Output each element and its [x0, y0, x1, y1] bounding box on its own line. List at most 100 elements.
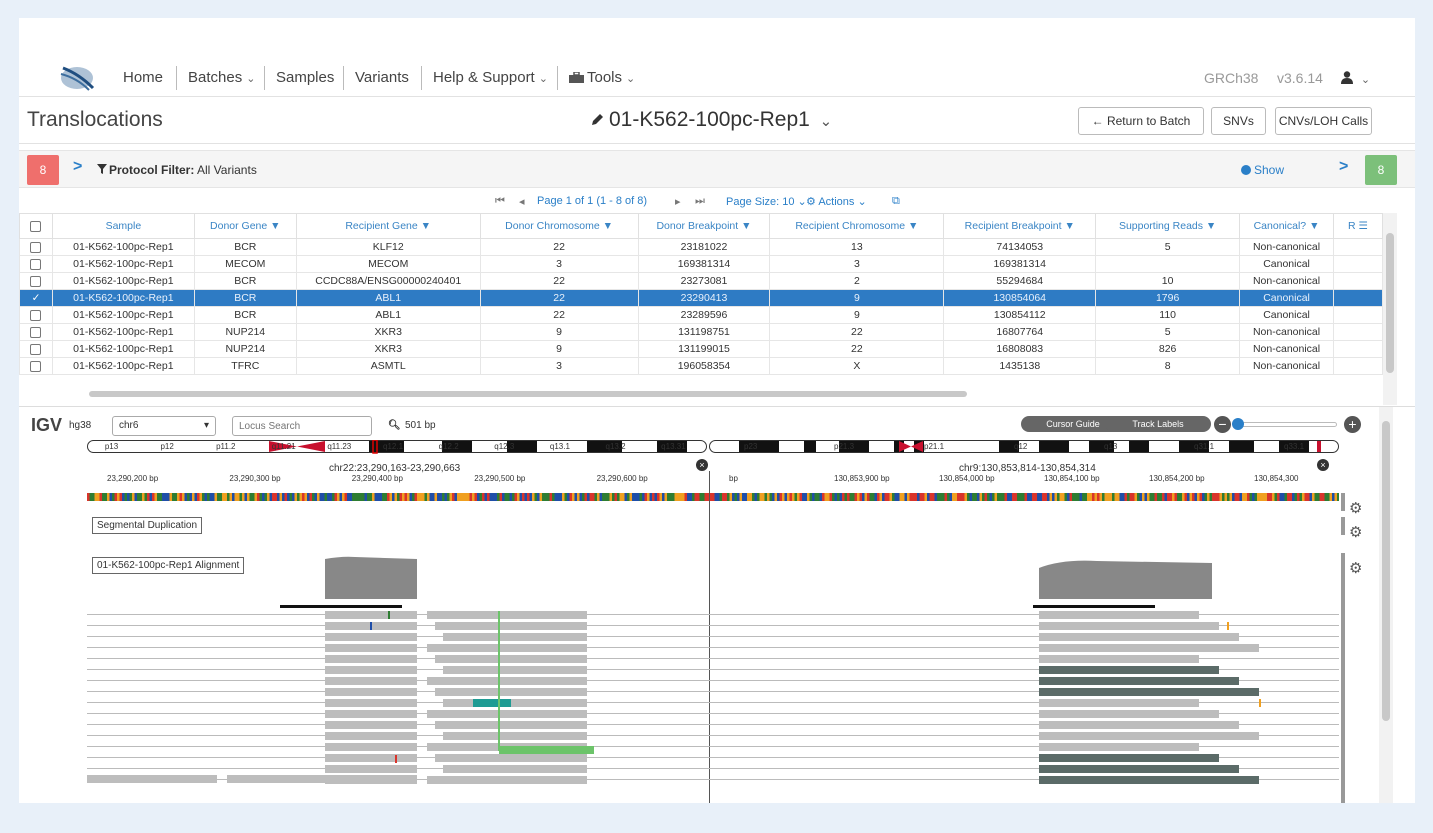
table-cell: Non-canonical: [1239, 238, 1334, 256]
next-page-icon[interactable]: ▸: [675, 195, 681, 208]
band-label: q12: [1014, 442, 1028, 451]
nav-batches[interactable]: Batches ⌄: [188, 66, 255, 90]
return-to-batch-button[interactable]: ← Return to Batch: [1078, 107, 1204, 135]
cnvs-loh-button[interactable]: CNVs/LOH Calls: [1275, 107, 1372, 135]
table-cell: 23290413: [637, 289, 771, 307]
table-row[interactable]: 01-K562-100pc-Rep1 BCR CCDC88A/ENSG0000024…: [19, 272, 1383, 290]
row-checkbox[interactable]: [19, 323, 53, 341]
table-cell: 22: [769, 340, 945, 358]
sample-selector[interactable]: 01-K562-100pc-Rep1 ⌄: [589, 108, 832, 132]
included-count-badge[interactable]: 8: [1365, 155, 1397, 185]
external-link-icon[interactable]: ⧉: [892, 195, 900, 208]
row-checkbox[interactable]: [19, 340, 53, 358]
close-icon[interactable]: ×: [696, 459, 708, 471]
prev-page-icon[interactable]: ◂: [519, 195, 525, 208]
zoom-in-icon[interactable]: +: [1344, 416, 1361, 433]
table-cell: ASMTL: [295, 357, 481, 375]
table-cell: Non-canonical: [1239, 357, 1334, 375]
alignment-track: [87, 556, 1339, 784]
protocol-filter[interactable]: Protocol Filter: All Variants: [109, 163, 257, 177]
table-row[interactable]: ✓ 01-K562-100pc-Rep1 BCR ABL1 22 23290413 9 130…: [19, 289, 1383, 307]
scrollbar-thumb[interactable]: [1386, 233, 1394, 373]
filter-icon[interactable]: ▼: [421, 220, 431, 232]
row-checkbox[interactable]: [19, 357, 53, 375]
track-settings-gear-icon[interactable]: ⚙: [1349, 523, 1362, 541]
col-recipient-chromosome[interactable]: Recipient Chromosome ▼: [769, 213, 945, 239]
track-settings-gear-icon[interactable]: ⚙: [1349, 559, 1362, 577]
nav-samples[interactable]: Samples: [276, 66, 334, 90]
filter-icon[interactable]: ▼: [908, 220, 918, 232]
top-navbar: Home Batches ⌄ Samples Variants Help & Su…: [19, 58, 1415, 97]
col-recipient-breakpoint[interactable]: Recipient Breakpoint ▼: [943, 213, 1097, 239]
row-checkbox[interactable]: [19, 272, 53, 290]
table-row[interactable]: 01-K562-100pc-Rep1 NUP214 XKR3 9 131199015 22…: [19, 340, 1383, 358]
table-cell: 01-K562-100pc-Rep1: [51, 323, 195, 341]
nav-tools[interactable]: Tools ⌄: [569, 66, 635, 90]
igv-vertical-scrollbar[interactable]: [1379, 407, 1393, 803]
snvs-button[interactable]: SNVs: [1211, 107, 1266, 135]
nav-variants[interactable]: Variants: [355, 66, 409, 90]
table-cell: 22: [479, 306, 639, 324]
table-horizontal-scrollbar[interactable]: [89, 391, 967, 397]
col-canonical[interactable]: Canonical? ▼: [1239, 213, 1334, 239]
col-donor-gene[interactable]: Donor Gene ▼: [193, 213, 297, 239]
close-icon[interactable]: ×: [1317, 459, 1329, 471]
filter-icon[interactable]: ▼: [603, 220, 613, 232]
table-cell: [1333, 306, 1383, 324]
track-scrollbar[interactable]: [1341, 517, 1345, 535]
user-menu[interactable]: ⌄: [1341, 66, 1370, 92]
actions-menu[interactable]: ⚙ Actions ⌄: [806, 195, 867, 208]
app-logo-icon[interactable]: [59, 62, 99, 92]
last-page-icon[interactable]: ⏭: [695, 195, 705, 208]
zoom-slider-thumb[interactable]: [1232, 418, 1244, 430]
row-checkbox[interactable]: [19, 306, 53, 324]
chromosome-select[interactable]: chr6 ▾: [112, 416, 216, 436]
filter-icon[interactable]: ▼: [1309, 220, 1319, 232]
search-icon[interactable]: 🔍︎: [388, 420, 401, 431]
track-scrollbar[interactable]: [1341, 493, 1345, 511]
table-cell: 9: [769, 306, 945, 324]
filter-icon[interactable]: ▼: [1206, 220, 1216, 232]
locus-search-input[interactable]: [232, 416, 372, 436]
chevron-right-icon[interactable]: >: [1339, 158, 1348, 176]
row-checkbox[interactable]: ✓: [19, 289, 53, 307]
table-row[interactable]: 01-K562-100pc-Rep1 NUP214 XKR3 9 131198751 22…: [19, 323, 1383, 341]
scrollbar-thumb[interactable]: [1382, 421, 1390, 721]
col-supporting-reads[interactable]: Supporting Reads ▼: [1095, 213, 1241, 239]
filter-icon[interactable]: ▼: [741, 220, 751, 232]
col-recipient-gene[interactable]: Recipient Gene ▼: [295, 213, 481, 239]
table-row[interactable]: 01-K562-100pc-Rep1 BCR ABL1 22 23289596 9 1308…: [19, 306, 1383, 324]
segmental-duplication-track-label[interactable]: Segmental Duplication: [92, 517, 203, 534]
band-label: q13.2: [605, 442, 626, 451]
table-row[interactable]: 01-K562-100pc-Rep1 BCR KLF12 22 23181022 13 74…: [19, 238, 1383, 256]
table-cell: 3: [479, 357, 639, 375]
track-settings-gear-icon[interactable]: ⚙: [1349, 499, 1362, 517]
col-r[interactable]: R ☰: [1333, 213, 1383, 239]
col-donor-chromosome[interactable]: Donor Chromosome ▼: [479, 213, 639, 239]
show-toggle[interactable]: Show: [1241, 163, 1284, 177]
pager-bar: ⏮ ◂ Page 1 of 1 (1 - 8 of 8) ▸ ⏭ Page Si…: [19, 189, 1415, 213]
excluded-count-badge[interactable]: 8: [27, 155, 59, 185]
col-donor-breakpoint[interactable]: Donor Breakpoint ▼: [637, 213, 771, 239]
row-checkbox[interactable]: [19, 238, 53, 256]
filter-icon[interactable]: ▼: [270, 220, 280, 232]
first-page-icon[interactable]: ⏮: [495, 195, 505, 208]
table-row[interactable]: 01-K562-100pc-Rep1 MECOM MECOM 3 169381314 3 1…: [19, 255, 1383, 273]
table-cell: 01-K562-100pc-Rep1: [51, 255, 195, 273]
track-labels-button[interactable]: Track Labels: [1105, 416, 1211, 432]
select-all-checkbox[interactable]: [19, 213, 53, 239]
page-size-select[interactable]: Page Size: 10 ⌄: [726, 195, 807, 208]
zoom-out-icon[interactable]: −: [1214, 416, 1231, 433]
row-checkbox[interactable]: [19, 255, 53, 273]
menu-icon[interactable]: ☰: [1359, 220, 1368, 232]
zoom-slider[interactable]: [1237, 422, 1337, 427]
col-sample[interactable]: Sample: [51, 213, 195, 239]
chevron-right-icon[interactable]: >: [73, 158, 82, 176]
track-scrollbar[interactable]: [1341, 553, 1345, 803]
chevron-down-icon: ⌄: [819, 113, 833, 130]
nav-help-support[interactable]: Help & Support ⌄: [433, 66, 548, 90]
filter-icon[interactable]: ▼: [1064, 220, 1074, 232]
nav-home[interactable]: Home: [123, 66, 163, 90]
table-vertical-scrollbar[interactable]: [1383, 213, 1397, 405]
table-row[interactable]: 01-K562-100pc-Rep1 TFRC ASMTL 3 196058354 X 14…: [19, 357, 1383, 375]
